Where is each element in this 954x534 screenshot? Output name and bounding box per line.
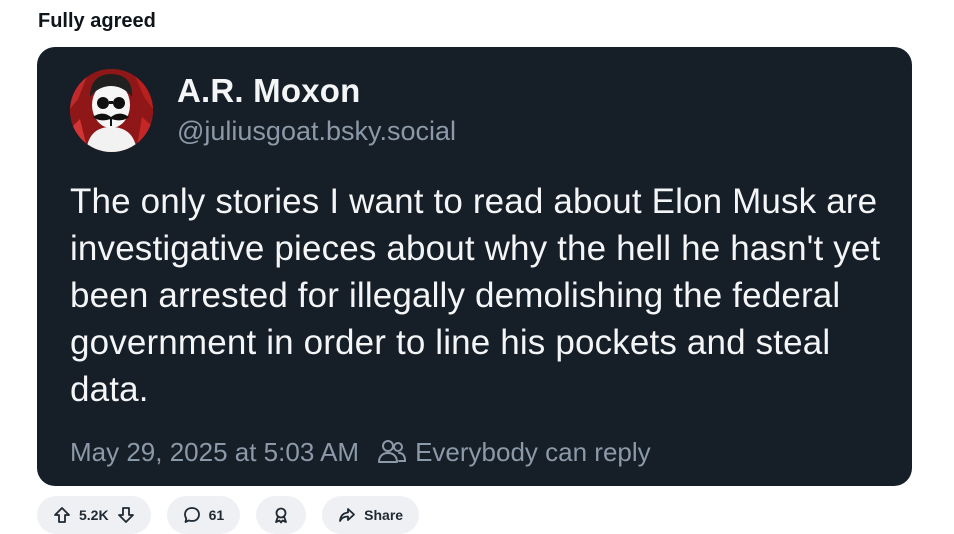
post-timestamp[interactable]: May 29, 2025 at 5:03 AM [70, 437, 359, 468]
award-ribbon-icon [272, 506, 290, 524]
comment-count: 61 [208, 507, 225, 523]
vote-pill: 5.2K [37, 496, 151, 534]
post-body-text: The only stories I want to read about El… [70, 182, 881, 409]
share-label: Share [364, 507, 404, 523]
post-title: Fully agreed [38, 10, 156, 32]
upvote-arrow-icon[interactable] [53, 506, 71, 524]
vote-count: 5.2K [79, 507, 109, 523]
author-avatar[interactable] [70, 69, 153, 152]
avatar-portrait-icon [70, 69, 153, 152]
comment-bubble-icon [183, 506, 201, 524]
downvote-arrow-icon[interactable] [117, 506, 135, 524]
post-meta: May 29, 2025 at 5:03 AM Everybody can re… [70, 435, 651, 469]
post-actions-bar: 5.2K 61 Share [37, 496, 420, 534]
award-button[interactable] [256, 496, 307, 534]
embedded-post-card[interactable]: A.R. Moxon @juliusgoat.bsky.social The o… [37, 47, 912, 486]
comments-button[interactable]: 61 [166, 496, 241, 534]
author-name[interactable]: A.R. Moxon [177, 71, 360, 111]
people-icon [377, 437, 407, 467]
author-handle[interactable]: @juliusgoat.bsky.social [177, 114, 456, 148]
reply-setting-label: Everybody can reply [415, 436, 651, 467]
share-arrow-icon [338, 506, 356, 524]
share-button[interactable]: Share [322, 496, 420, 534]
